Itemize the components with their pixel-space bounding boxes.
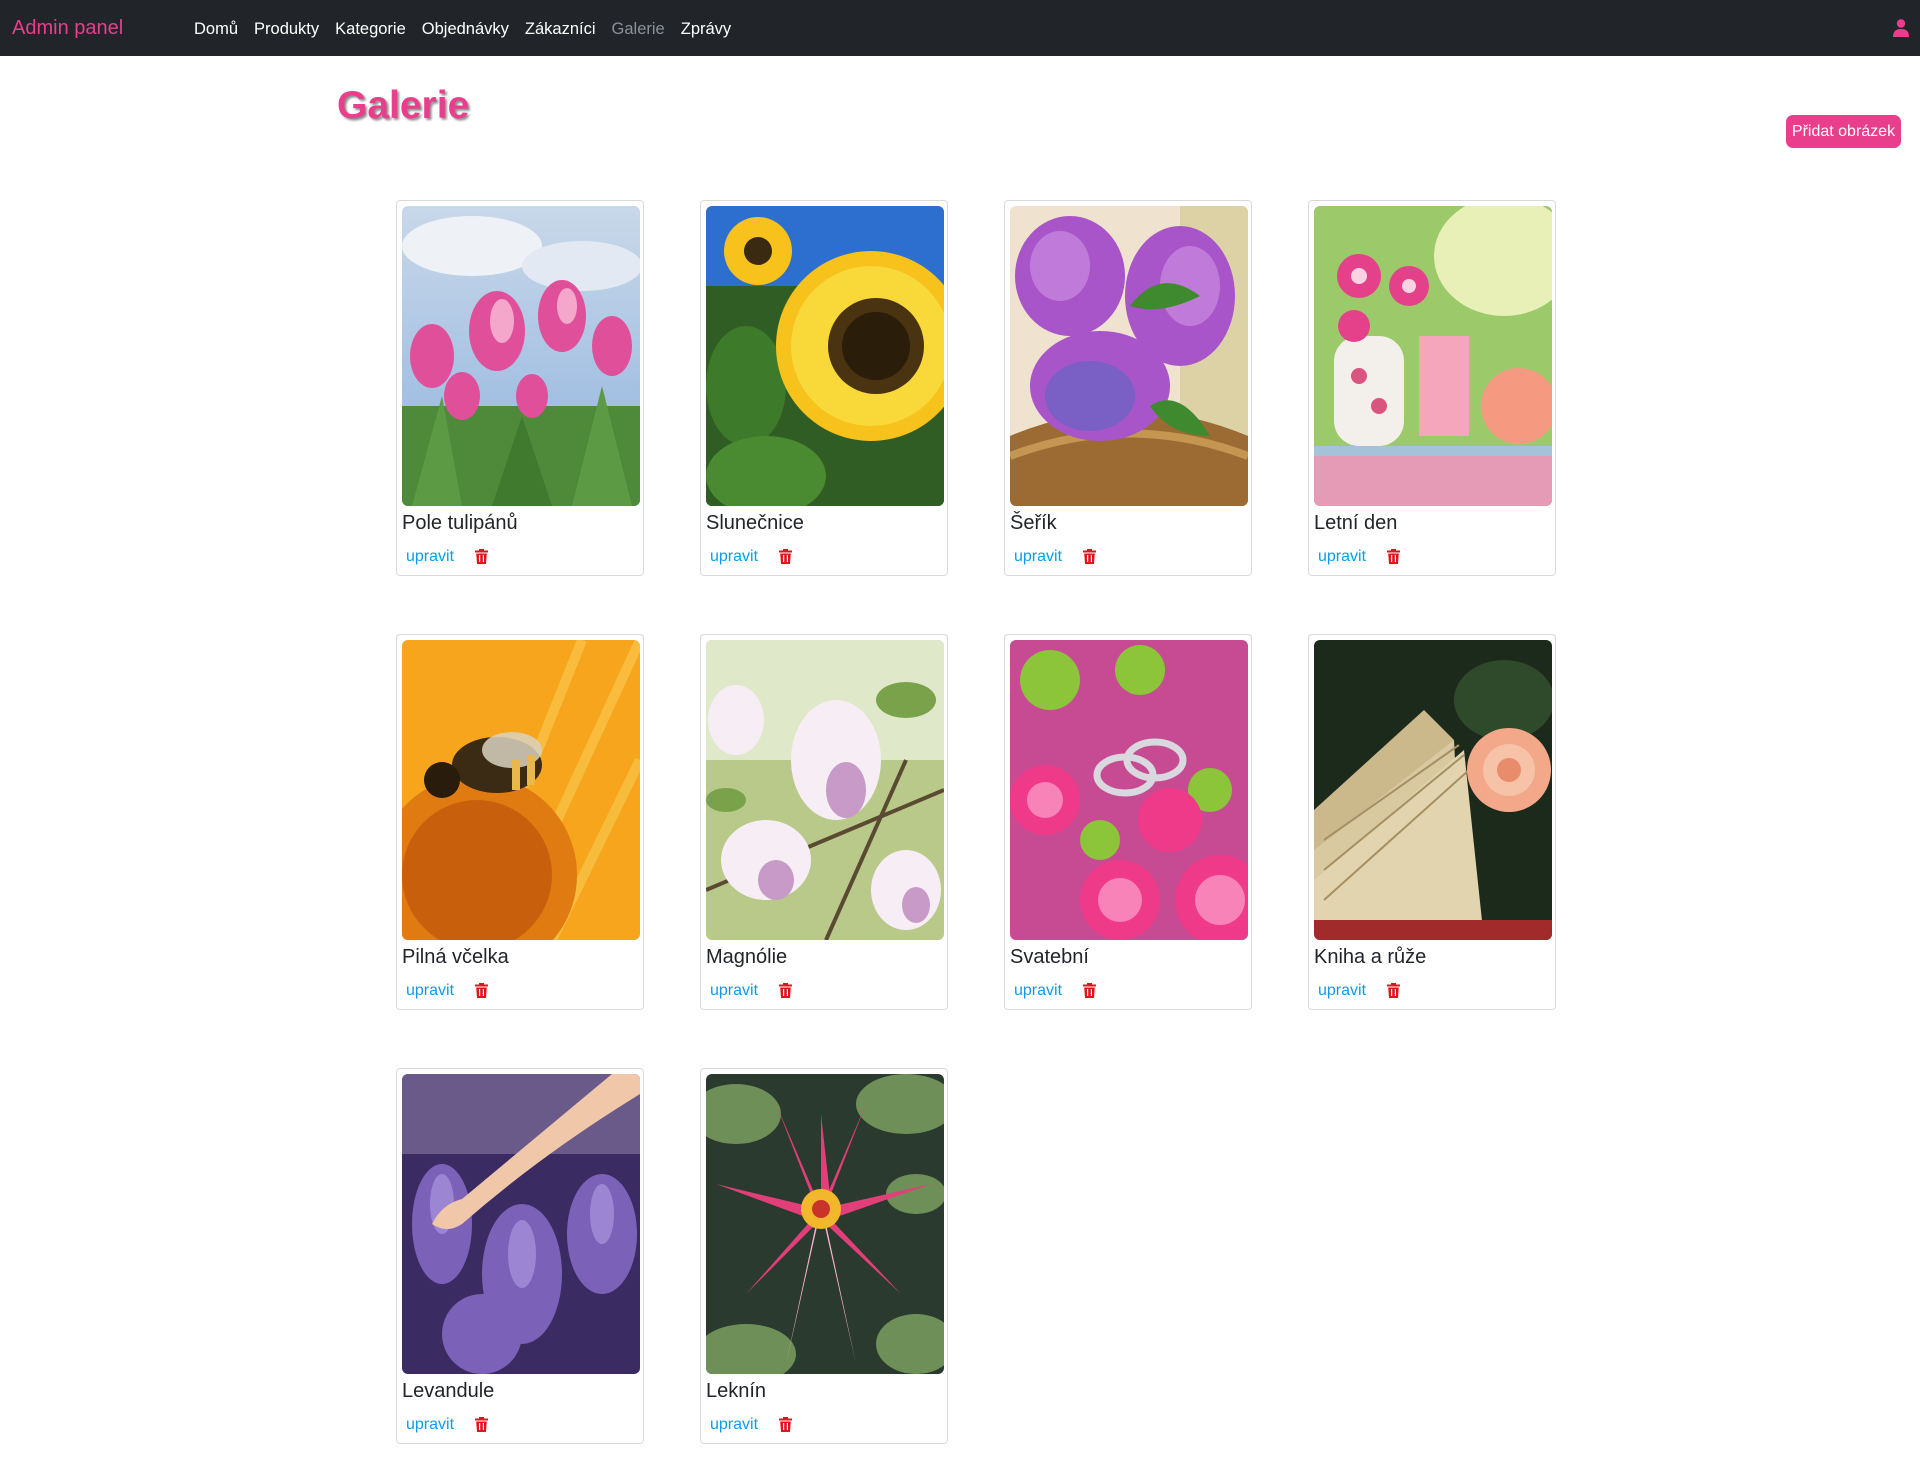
image-title: Šeřík (1010, 512, 1057, 534)
page-title: Galerie (337, 84, 470, 127)
gallery-card: Leknín upravit (700, 1068, 948, 1444)
image-title: Levandule (402, 1380, 495, 1402)
nav-link-products[interactable]: Produkty (254, 19, 319, 39)
gallery-image[interactable] (402, 206, 640, 506)
gallery-image[interactable] (402, 640, 640, 940)
trash-icon[interactable] (1083, 549, 1096, 564)
navbar: Admin panel Domů Produkty Kategorie Obje… (0, 0, 1920, 56)
edit-link[interactable]: upravit (1014, 981, 1062, 1001)
nav-link-customers[interactable]: Zákazníci (525, 19, 596, 39)
nav-link-gallery[interactable]: Galerie (612, 19, 665, 39)
gallery-card: Levandule upravit (396, 1068, 644, 1444)
gallery-card: Pilná včelka upravit (396, 634, 644, 1010)
gallery-card: Letní den upravit (1308, 200, 1556, 576)
trash-icon[interactable] (1387, 983, 1400, 998)
image-title: Magnólie (706, 946, 788, 968)
gallery-image[interactable] (1314, 206, 1552, 506)
add-image-button[interactable]: Přidat obrázek (1786, 115, 1901, 148)
gallery-card: Pole tulipánů upravit (396, 200, 644, 576)
image-title: Pole tulipánů (402, 512, 518, 534)
trash-icon[interactable] (779, 549, 792, 564)
edit-link[interactable]: upravit (710, 547, 758, 567)
trash-icon[interactable] (779, 1417, 792, 1432)
gallery-image[interactable] (1010, 206, 1248, 506)
brand-link[interactable]: Admin panel (12, 17, 123, 39)
gallery-image[interactable] (402, 1074, 640, 1374)
gallery-image[interactable] (706, 640, 944, 940)
user-icon[interactable] (1893, 19, 1909, 37)
trash-icon[interactable] (1387, 549, 1400, 564)
image-title: Kniha a růže (1314, 946, 1427, 968)
gallery-image[interactable] (706, 206, 944, 506)
edit-link[interactable]: upravit (710, 981, 758, 1001)
image-title: Svatební (1010, 946, 1089, 968)
edit-link[interactable]: upravit (710, 1415, 758, 1435)
image-title: Pilná včelka (402, 946, 509, 968)
trash-icon[interactable] (779, 983, 792, 998)
edit-link[interactable]: upravit (1318, 981, 1366, 1001)
nav-link-categories[interactable]: Kategorie (335, 19, 406, 39)
image-title: Slunečnice (706, 512, 804, 534)
gallery-card: Šeřík upravit (1004, 200, 1252, 576)
trash-icon[interactable] (475, 549, 488, 564)
edit-link[interactable]: upravit (1014, 547, 1062, 567)
edit-link[interactable]: upravit (406, 1415, 454, 1435)
trash-icon[interactable] (1083, 983, 1096, 998)
gallery-image[interactable] (1314, 640, 1552, 940)
main-nav: Domů Produkty Kategorie Objednávky Zákaz… (194, 19, 731, 39)
edit-link[interactable]: upravit (406, 547, 454, 567)
image-title: Letní den (1314, 512, 1398, 534)
image-title: Leknín (706, 1380, 767, 1402)
nav-link-messages[interactable]: Zprávy (681, 19, 731, 39)
edit-link[interactable]: upravit (406, 981, 454, 1001)
gallery-image[interactable] (1010, 640, 1248, 940)
trash-icon[interactable] (475, 1417, 488, 1432)
nav-link-orders[interactable]: Objednávky (422, 19, 509, 39)
gallery-card: Slunečnice upravit (700, 200, 948, 576)
gallery-card: Svatební upravit (1004, 634, 1252, 1010)
edit-link[interactable]: upravit (1318, 547, 1366, 567)
gallery-image[interactable] (706, 1074, 944, 1374)
trash-icon[interactable] (475, 983, 488, 998)
gallery-card: Magnólie upravit (700, 634, 948, 1010)
gallery-card: Kniha a růže upravit (1308, 634, 1556, 1010)
nav-link-home[interactable]: Domů (194, 19, 238, 39)
